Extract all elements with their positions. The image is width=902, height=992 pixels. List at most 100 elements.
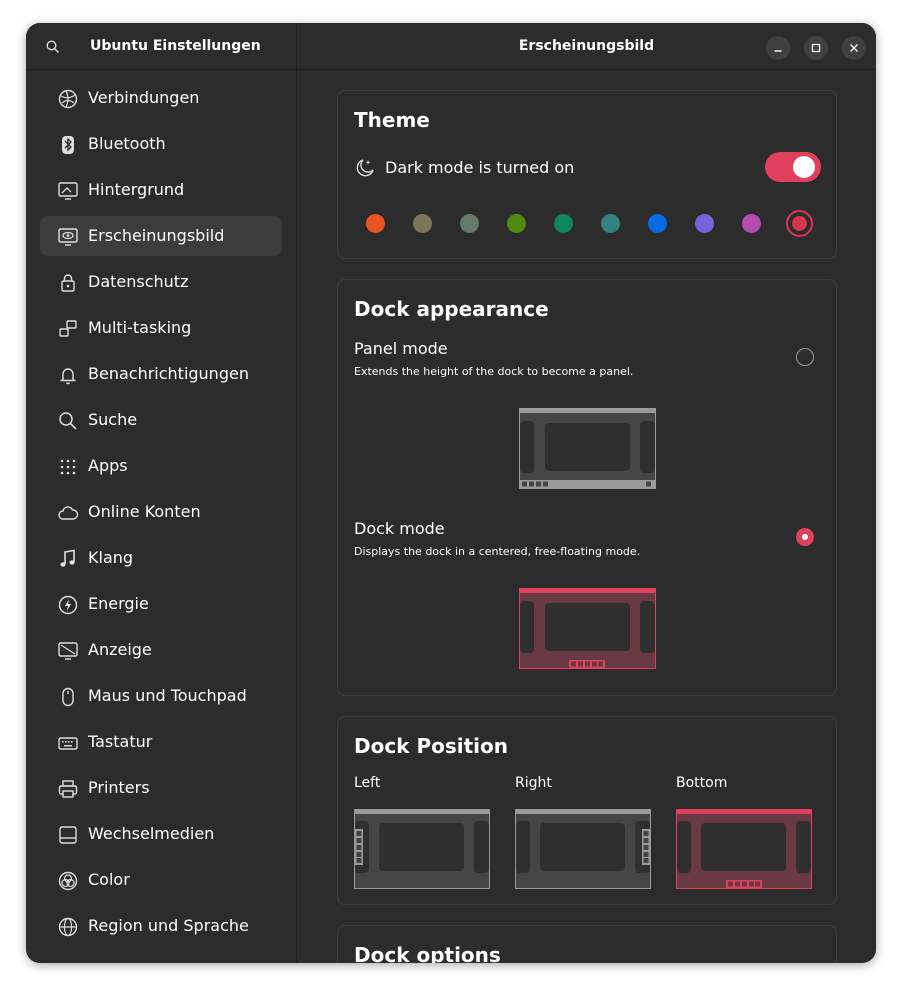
dock-position-title: Dock Position	[354, 734, 509, 758]
sidebar-item-label: Printers	[88, 778, 150, 797]
accent-swatch-red-selected[interactable]	[786, 210, 813, 237]
maximize-button[interactable]	[804, 36, 828, 60]
dock-options-card: Dock options	[337, 925, 837, 963]
sidebar-item-label: Bluetooth	[88, 134, 166, 153]
app-title: Ubuntu Einstellungen	[90, 38, 261, 54]
sidebar-item-color[interactable]: Color	[40, 860, 282, 900]
search-icon	[57, 410, 79, 432]
sidebar-item-label: Erscheinungsbild	[88, 226, 225, 245]
sidebar-item-label: Region und Sprache	[88, 916, 249, 935]
panel-mode-radio[interactable]	[796, 348, 814, 366]
accent-swatch-prussian-green[interactable]	[601, 214, 620, 233]
sidebar-item-label: Benachrichtigungen	[88, 364, 249, 383]
settings-window: Ubuntu Einstellungen Verbindungen Blueto…	[26, 23, 876, 963]
dock-appearance-card: Dock appearance Panel mode Extends the h…	[337, 279, 837, 696]
position-bottom-preview[interactable]	[676, 809, 812, 889]
sidebar-item-label: Datenschutz	[88, 272, 189, 291]
bluetooth-icon	[57, 134, 79, 156]
sidebar-item-label: Energie	[88, 594, 149, 613]
sidebar-item-online-konten[interactable]: Online Konten	[40, 492, 282, 532]
night-mode-icon	[354, 157, 376, 183]
appearance-icon	[57, 226, 79, 248]
close-icon	[849, 43, 859, 53]
bell-icon	[57, 364, 79, 386]
sidebar-item-label: Verbindungen	[88, 88, 200, 107]
sidebar-item-printers[interactable]: Printers	[40, 768, 282, 808]
position-bottom-label: Bottom	[676, 775, 728, 791]
dock-mode-description: Displays the dock in a centered, free-fl…	[354, 545, 641, 558]
sidebar-item-tastatur[interactable]: Tastatur	[40, 722, 282, 762]
close-button[interactable]	[842, 36, 866, 60]
minimize-icon	[774, 50, 782, 52]
sidebar-item-label: Tastatur	[88, 732, 153, 751]
lock-icon	[57, 272, 79, 294]
position-right-preview[interactable]	[515, 809, 651, 889]
accent-swatch-viridian[interactable]	[554, 214, 573, 233]
position-left-label: Left	[354, 775, 381, 791]
sidebar-item-benachrichtigungen[interactable]: Benachrichtigungen	[40, 354, 282, 394]
accent-swatch-bark[interactable]	[413, 214, 432, 233]
background-icon	[57, 180, 79, 202]
maximize-icon	[811, 43, 821, 53]
sidebar-item-multitasking[interactable]: Multi-tasking	[40, 308, 282, 348]
panel-mode-preview[interactable]	[519, 408, 656, 489]
sidebar-item-maus-und-touchpad[interactable]: Maus und Touchpad	[40, 676, 282, 716]
toggle-knob	[793, 156, 815, 178]
sidebar-item-label: Klang	[88, 548, 134, 567]
sidebar-item-verbindungen[interactable]: Verbindungen	[40, 78, 282, 118]
accent-swatch-blue[interactable]	[648, 214, 667, 233]
music-note-icon	[57, 548, 79, 570]
accent-swatch-red	[791, 215, 808, 232]
display-icon	[57, 640, 79, 662]
sidebar-item-label: Maus und Touchpad	[88, 686, 247, 705]
color-icon	[57, 870, 79, 892]
mouse-icon	[57, 686, 79, 708]
position-right-label: Right	[515, 775, 552, 791]
sidebar-item-label: Color	[88, 870, 130, 889]
sidebar-item-anzeige[interactable]: Anzeige	[40, 630, 282, 670]
sidebar-item-label: Apps	[88, 456, 128, 475]
dock-mode-title: Dock mode	[354, 519, 445, 538]
sidebar-item-energie[interactable]: Energie	[40, 584, 282, 624]
sidebar-header: Ubuntu Einstellungen	[26, 23, 296, 70]
panel-mode-description: Extends the height of the dock to become…	[354, 365, 634, 378]
sidebar-item-datenschutz[interactable]: Datenschutz	[40, 262, 282, 302]
accent-swatch-sage[interactable]	[460, 214, 479, 233]
header-bar: Erscheinungsbild	[297, 23, 876, 70]
sidebar-item-region-und-sprache[interactable]: Region und Sprache	[40, 906, 282, 946]
sidebar-item-label: Hintergrund	[88, 180, 185, 199]
sidebar-item-apps[interactable]: Apps	[40, 446, 282, 486]
dark-mode-toggle[interactable]	[765, 152, 821, 182]
sidebar-item-label: Wechselmedien	[88, 824, 215, 843]
accent-swatch-magenta[interactable]	[742, 214, 761, 233]
removable-media-icon	[57, 824, 79, 846]
apps-grid-icon	[57, 456, 79, 478]
dock-options-title: Dock options	[354, 943, 501, 963]
search-icon[interactable]	[46, 39, 60, 58]
theme-title: Theme	[354, 108, 430, 132]
sidebar-item-klang[interactable]: Klang	[40, 538, 282, 578]
accent-swatch-orange[interactable]	[366, 214, 385, 233]
sidebar-item-hintergrund[interactable]: Hintergrund	[40, 170, 282, 210]
globe-icon	[57, 916, 79, 938]
network-icon	[57, 88, 79, 110]
minimize-button[interactable]	[766, 36, 790, 60]
keyboard-icon	[57, 732, 79, 754]
sidebar-item-wechselmedien[interactable]: Wechselmedien	[40, 814, 282, 854]
dark-mode-label: Dark mode is turned on	[385, 158, 575, 177]
sidebar-item-bluetooth[interactable]: Bluetooth	[40, 124, 282, 164]
sidebar: Ubuntu Einstellungen Verbindungen Blueto…	[26, 23, 297, 963]
sidebar-item-suche[interactable]: Suche	[40, 400, 282, 440]
accent-swatch-purple[interactable]	[695, 214, 714, 233]
sidebar-item-label: Online Konten	[88, 502, 201, 521]
dock-mode-preview[interactable]	[519, 588, 656, 669]
sidebar-item-erscheinungsbild[interactable]: Erscheinungsbild	[40, 216, 282, 256]
dock-appearance-title: Dock appearance	[354, 297, 549, 321]
sidebar-item-label: Suche	[88, 410, 138, 429]
position-left-preview[interactable]	[354, 809, 490, 889]
power-icon	[57, 594, 79, 616]
dock-mode-radio[interactable]	[796, 528, 814, 546]
sidebar-item-label: Anzeige	[88, 640, 152, 659]
panel-mode-title: Panel mode	[354, 339, 448, 358]
accent-swatch-olive[interactable]	[507, 214, 526, 233]
